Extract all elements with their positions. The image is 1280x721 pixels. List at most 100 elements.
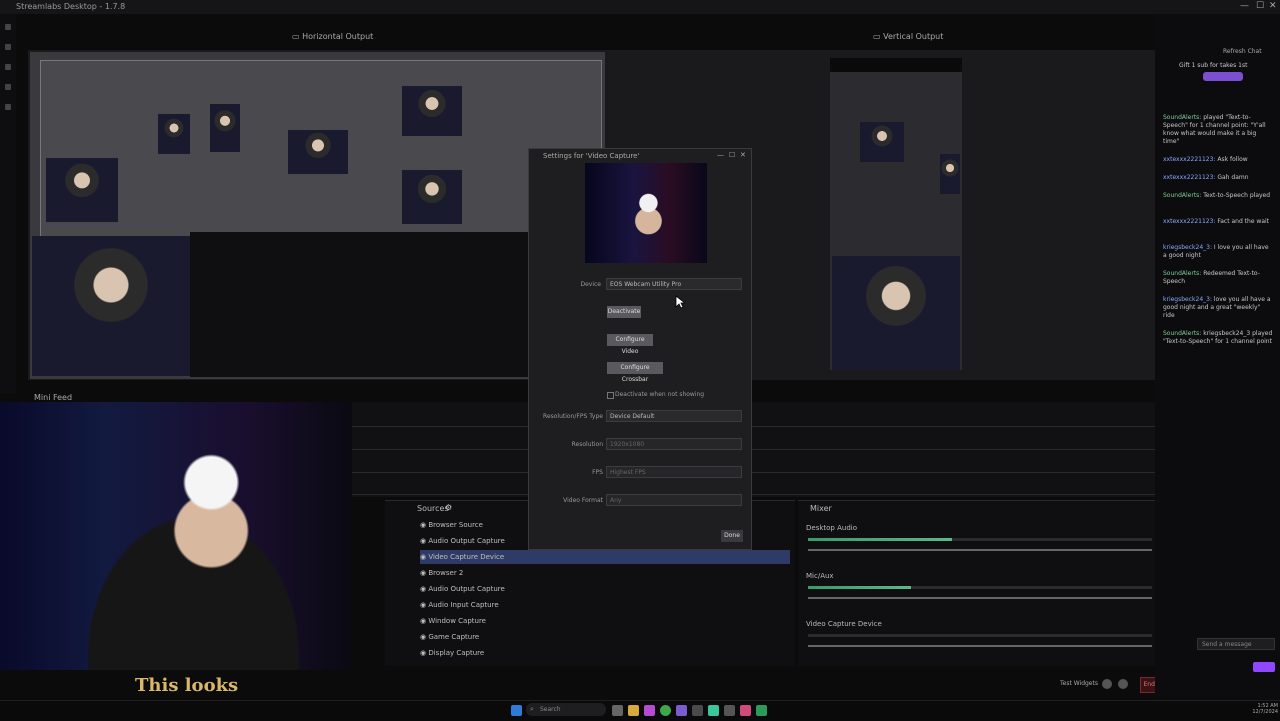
- volume-fader[interactable]: [808, 597, 1152, 599]
- nested-dock: [190, 232, 530, 377]
- chat-message: SoundAlerts: played "Text-to-Speech" for…: [1163, 114, 1266, 145]
- app-icon[interactable]: [740, 705, 751, 716]
- mixer-channel: Desktop Audio: [806, 523, 857, 533]
- properties-dialog: Settings for 'Video Capture' — ☐ ✕ Devic…: [528, 148, 752, 550]
- test-widgets-label[interactable]: Test Widgets: [1060, 680, 1098, 687]
- source-item[interactable]: ◉ Display Capture: [420, 646, 484, 660]
- source-item[interactable]: ◉ Audio Input Capture: [420, 598, 499, 612]
- toggle-icon[interactable]: [1102, 679, 1112, 689]
- app-icon[interactable]: [756, 705, 767, 716]
- app-icon[interactable]: [644, 705, 655, 716]
- close-icon[interactable]: ✕: [1269, 1, 1277, 11]
- app-titlebar: Streamlabs Desktop - 1.7.8 — ☐ ✕: [0, 0, 1280, 14]
- refresh-chat-button[interactable]: Refresh Chat: [1223, 48, 1262, 55]
- nested-webcam: [288, 130, 348, 174]
- configure-crossbar-button[interactable]: Configure Crossbar: [607, 362, 663, 383]
- gear-icon[interactable]: ⚙: [445, 503, 452, 512]
- chrome-icon[interactable]: [660, 705, 671, 716]
- record-icon[interactable]: [1118, 679, 1128, 689]
- monitor-icon: ▭: [873, 32, 884, 41]
- gift-badge: [1203, 72, 1243, 81]
- configure-video-button[interactable]: Configure Video: [607, 334, 653, 355]
- resolution-select[interactable]: 1920x1080: [606, 438, 742, 450]
- mini-feed-webcam: [0, 402, 352, 670]
- res-type-select[interactable]: Device Default: [606, 410, 742, 422]
- mixer-channel: Mic/Aux: [806, 571, 834, 581]
- mixer-title: Mixer: [810, 504, 832, 513]
- close-icon[interactable]: ✕: [740, 151, 746, 159]
- source-item[interactable]: ◉ Browser 2: [420, 566, 463, 580]
- dialog-title: Settings for 'Video Capture': [543, 152, 640, 160]
- chat-message: SoundAlerts: Redeemed Text-to-Speech: [1163, 270, 1260, 285]
- fps-label: FPS: [592, 469, 603, 476]
- res-type-label: Resolution/FPS Type: [543, 413, 603, 420]
- sources-title: Sources: [417, 504, 449, 513]
- chat-message: xxtexxx2221123: Gah damn: [1163, 174, 1249, 181]
- source-item[interactable]: ◉ Game Capture: [420, 630, 479, 644]
- video-format-select[interactable]: Any: [606, 494, 742, 506]
- deactivate-checkbox[interactable]: [607, 392, 614, 399]
- done-button[interactable]: Done: [721, 530, 743, 542]
- fps-select[interactable]: Highest FPS: [606, 466, 742, 478]
- mini-feed-label: Mini Feed: [34, 393, 73, 402]
- source-item[interactable]: ◉ Video Capture Device: [420, 550, 790, 564]
- nav-icon[interactable]: [5, 64, 11, 70]
- cursor-icon: [675, 295, 685, 309]
- source-item[interactable]: ◉ Window Capture: [420, 614, 486, 628]
- resolution-label: Resolution: [571, 441, 603, 448]
- minimize-icon[interactable]: —: [1240, 1, 1249, 11]
- nav-icon[interactable]: [5, 24, 11, 30]
- mixer-channel-name: Video Capture Device: [806, 620, 882, 628]
- nested-webcam: [940, 154, 960, 194]
- nested-webcam: [402, 170, 462, 224]
- horizontal-preview[interactable]: [30, 52, 605, 379]
- video-format-label: Video Format: [563, 497, 603, 504]
- nested-webcam: [158, 114, 190, 154]
- vertical-preview[interactable]: [830, 58, 962, 370]
- search-icon: ⌕: [530, 705, 534, 713]
- chat-panel: Refresh Chat Gift 1 sub for takes 1st So…: [1155, 14, 1280, 714]
- volume-fader[interactable]: [808, 549, 1152, 551]
- app-icon[interactable]: [724, 705, 735, 716]
- deactivate-button[interactable]: Deactivate: [607, 306, 641, 318]
- deactivate-checkbox-label: Deactivate when not showing: [615, 391, 705, 398]
- nav-icon[interactable]: [5, 84, 11, 90]
- app-icon[interactable]: [676, 705, 687, 716]
- nav-icon[interactable]: [5, 44, 11, 50]
- device-select[interactable]: EOS Webcam Utility Pro: [606, 278, 742, 290]
- streamlabs-icon[interactable]: [708, 705, 719, 716]
- nested-webcam: [46, 158, 118, 222]
- vertical-top-bar: [830, 58, 962, 72]
- source-item[interactable]: ◉ Audio Output Capture: [420, 582, 505, 596]
- chat-message: SoundAlerts: Text-to-Speech played: [1163, 192, 1271, 199]
- chat-message: SoundAlerts: kriegsbeck24_3 played "Text…: [1163, 330, 1273, 345]
- clock[interactable]: 1:52 AM 12/7/2024: [1252, 703, 1278, 715]
- nav-icon[interactable]: [5, 104, 11, 110]
- mixer-channel: Video Capture Device: [806, 619, 882, 629]
- minimize-icon[interactable]: —: [717, 151, 724, 159]
- chat-message: xxtexxx2221123: Ask follow: [1163, 156, 1248, 163]
- vertical-output-label: ▭ Vertical Output: [873, 32, 944, 41]
- source-item[interactable]: ◉ Browser Source: [420, 518, 483, 532]
- status-bar: Test Widgets End Stream: [1000, 677, 1182, 693]
- mixer-channel-name: Desktop Audio: [806, 524, 857, 532]
- windows-start-icon[interactable]: [511, 705, 522, 716]
- maximize-icon[interactable]: ☐: [1256, 1, 1264, 11]
- shirt-print: This looks: [135, 675, 239, 696]
- device-label: Device: [580, 281, 601, 288]
- horizontal-output-label: ▭ Horizontal Output: [292, 32, 374, 41]
- monitor-icon: ▭: [292, 32, 303, 41]
- volume-fader[interactable]: [808, 645, 1152, 647]
- maximize-icon[interactable]: ☐: [729, 151, 735, 159]
- taskview-icon[interactable]: [612, 705, 623, 716]
- chat-send-button[interactable]: [1253, 662, 1275, 672]
- source-item[interactable]: ◉ Audio Output Capture: [420, 534, 505, 548]
- gift-banner: Gift 1 sub for takes 1st: [1179, 62, 1248, 69]
- app-icon[interactable]: [692, 705, 703, 716]
- vertical-webcam: [832, 256, 960, 370]
- taskbar: 1:52 AM 12/7/2024: [0, 700, 1280, 721]
- chat-input[interactable]: Send a message: [1197, 638, 1275, 650]
- explorer-icon[interactable]: [628, 705, 639, 716]
- mixer-channel-name: Mic/Aux: [806, 572, 834, 580]
- taskbar-search[interactable]: ⌕ Search: [526, 703, 606, 716]
